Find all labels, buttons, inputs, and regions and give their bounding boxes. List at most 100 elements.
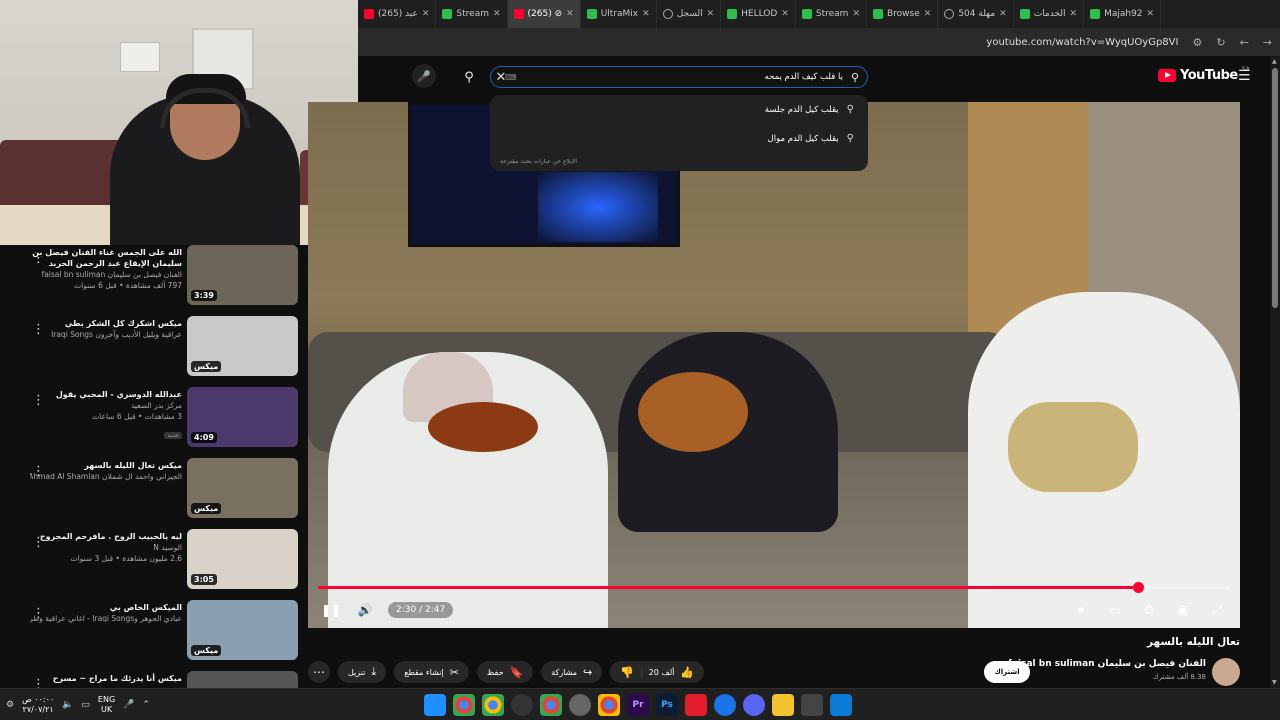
video-player[interactable]: ❚❚ 🔊 2:30 / 2:47 ⏺ ▭ ⚙ ▣ ⤢ [308,102,1240,628]
recommended-video[interactable]: 3:05 ⋮ ليه يالحبيب الروح . مافرحم المجروح ا… [0,529,308,595]
app-icon[interactable] [714,694,736,716]
channel-avatar[interactable] [1212,658,1240,686]
voice-search-button[interactable]: 🎤 [412,64,436,88]
video-title[interactable]: ميكس تعال الليله بالسهر [30,460,182,471]
youtube-logo[interactable]: YouTube SA [1158,66,1250,83]
store-icon[interactable] [801,694,823,716]
search-query[interactable]: يا قلب كيف الدم يمحه [517,72,843,82]
chrome-icon[interactable] [598,694,620,716]
url-text[interactable]: youtube.com/watch?v=WyqUOyGp8VI [986,37,1178,48]
suggestion-text[interactable]: يقلب كيل الدم موال [768,134,839,144]
channel-name[interactable]: الجيزاني واحمد ال شملان Ahmad Al Shamlan [30,471,182,482]
search-button[interactable]: ⚲ [456,66,482,88]
autoplay-toggle-icon[interactable]: ⏺ [1070,599,1092,621]
app-icon[interactable] [685,694,707,716]
recommended-video[interactable]: 4:09 ⋮ عبدالله الدوسري - المحبي يقول مركز ب… [0,387,308,453]
report-suggestions-link[interactable]: الإبلاغ عن عبارات بحث مقترحة [500,158,577,165]
video-thumbnail[interactable]: ميكس [187,600,298,660]
close-tab-icon[interactable]: ✕ [493,9,501,19]
browser-tab[interactable]: Browse ✕ [867,0,939,28]
video-thumbnail[interactable]: 3:39 [187,245,298,305]
recommended-video[interactable]: ميكس ⋮ ميكس تعال الليله بالسهر الجيزاني واح… [0,458,308,524]
video-title[interactable]: ميكس أنا يدرئك ما مراح ~ مسرح [30,673,182,684]
premiere-icon[interactable]: Pr [627,694,649,716]
scrubber-handle[interactable] [1132,582,1144,593]
miniplayer-icon[interactable]: ▣ [1172,599,1194,621]
save-button[interactable]: حفظ 🔖 [476,661,534,683]
clip-button[interactable]: إنشاء مقطع ✂ [394,661,469,683]
download-button[interactable]: تنزيل ⤓ [338,661,387,683]
search-input[interactable]: ⚲ يا قلب كيف الدم يمحه ⌨ [490,66,868,88]
browser-tab[interactable]: Stream ✕ [436,0,508,28]
subtitles-icon[interactable]: ▭ [1104,599,1126,621]
microphone-icon[interactable]: 🎤 [123,700,134,710]
chrome-icon[interactable] [540,694,562,716]
video-title[interactable]: ميكس اشكرك كل الشكر بطي [30,318,182,329]
channel-name[interactable]: الوسيد N [30,542,182,553]
close-tab-icon[interactable]: ✕ [924,9,932,19]
chrome-icon[interactable] [482,694,504,716]
discord-icon[interactable] [743,694,765,716]
close-tab-icon[interactable]: ✕ [566,9,574,19]
suggestion-item[interactable]: ⚲ يقلب كيل الدم موال [490,124,868,153]
app-icon[interactable] [424,694,446,716]
photoshop-icon[interactable]: Ps [656,694,678,716]
chrome-icon[interactable] [453,694,475,716]
volume-icon[interactable]: 🔈 [62,700,73,710]
suggestion-text[interactable]: يقلب كيل الدم جلسة [765,105,839,115]
page-scrollbar[interactable]: ▲ ▼ [1270,56,1280,688]
clear-search-icon[interactable]: ✕ [490,66,512,88]
close-tab-icon[interactable]: ✕ [1070,9,1078,19]
channel-name[interactable]: عراقية ويليل الأديب وآخرون Iraqi Songs [30,329,182,340]
close-tab-icon[interactable]: ✕ [707,9,715,19]
suggestion-item[interactable]: ⚲ يقلب كيل الدم جلسة [490,95,868,124]
settings-gear-icon[interactable]: ⚙ [6,700,14,710]
like-icon[interactable]: 👍 [680,666,694,679]
close-tab-icon[interactable]: ✕ [422,9,430,19]
clock[interactable]: ٠٠:٠٠ ص ٢٧/٠٧/٢١ [22,695,54,715]
video-thumbnail[interactable] [187,671,298,688]
browser-tab[interactable]: (265) ⊘ ✕ [507,0,581,28]
recommended-video[interactable]: ميكس ⋮ ميكس اشكرك كل الشكر بطي عراقية ويليل… [0,316,308,382]
back-icon[interactable]: ← [1240,36,1249,49]
close-tab-icon[interactable]: ✕ [642,9,650,19]
tab-settings-icon[interactable]: ⚙ [1192,36,1202,49]
reload-icon[interactable]: ↻ [1216,36,1225,49]
channel-name[interactable]: الفنان فيصل بن سليمان faisal bn suliman [30,269,182,280]
settings-gear-icon[interactable] [569,694,591,716]
close-tab-icon[interactable]: ✕ [781,9,789,19]
network-icon[interactable]: ▭ [81,700,90,710]
address-bar[interactable]: youtube.com/watch?v=WyqUOyGp8VI ⚙ ↻ ← → [358,28,1280,56]
language-switcher[interactable]: ENG UK [98,695,115,715]
recommended-video[interactable]: ميكس ⋮ الميكس الخاص بي عبادي الجوهر وIraqi … [0,600,308,666]
recommended-video[interactable]: 3:39 ⋮ الله على الجمس غناء الفنان فيصل بن … [0,245,308,311]
video-thumbnail[interactable]: ميكس [187,316,298,376]
video-thumbnail[interactable]: 4:09 [187,387,298,447]
dislike-icon[interactable]: 👎 [620,666,634,679]
channel-name[interactable]: الفنان فيصل بن سليمان faisal bn suliman [1008,659,1206,669]
close-tab-icon[interactable]: ✕ [999,9,1007,19]
windows-start-icon[interactable] [830,694,852,716]
scroll-down-icon[interactable]: ▼ [1272,679,1277,686]
folder-icon[interactable] [772,694,794,716]
settings-gear-icon[interactable]: ⚙ [1138,599,1160,621]
channel-name[interactable]: مركز بدر السعيد [30,400,182,411]
show-hidden-icons-icon[interactable]: ⌃ [142,700,150,710]
more-actions-icon[interactable]: ⋯ [308,661,330,683]
fullscreen-icon[interactable]: ⤢ [1206,599,1228,621]
progress-bar[interactable] [318,582,1230,593]
app-icon[interactable] [511,694,533,716]
video-title[interactable]: الميكس الخاص بي [30,602,182,613]
browser-tab[interactable]: 504 مهلة ✕ [938,0,1014,28]
recommended-video[interactable]: ⋮ ميكس أنا يدرئك ما مراح ~ مسرح [0,671,308,688]
video-title[interactable]: عبدالله الدوسري - المحبي يقول [30,389,182,400]
browser-tab[interactable]: الخدمات ✕ [1014,0,1085,28]
browser-tab[interactable]: Stream ✕ [796,0,867,28]
forward-icon[interactable]: → [1263,36,1272,49]
close-tab-icon[interactable]: ✕ [1147,9,1155,19]
hamburger-menu-icon[interactable]: ☰ [1238,68,1251,84]
video-thumbnail[interactable]: 3:05 [187,529,298,589]
scrollbar-thumb[interactable] [1272,68,1278,308]
pause-icon[interactable]: ❚❚ [320,599,342,621]
video-title[interactable]: الله على الجمس غناء الفنان فيصل بن سليما… [30,247,182,269]
